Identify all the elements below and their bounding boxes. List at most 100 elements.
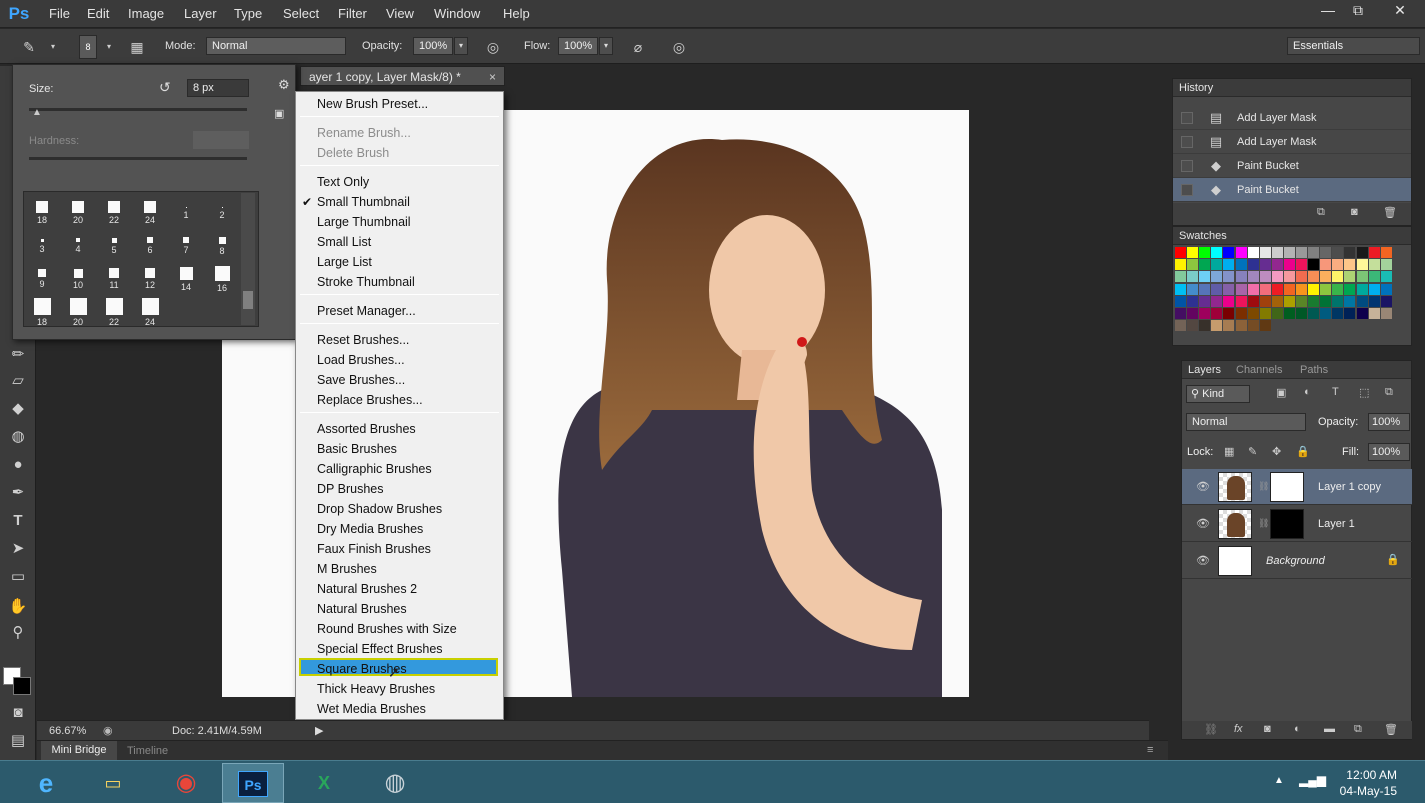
color-swatch[interactable]	[1368, 283, 1380, 295]
history-snapshot-checkbox[interactable]	[1181, 184, 1193, 196]
brush-preset[interactable]: 22	[96, 194, 132, 228]
hand-tool-icon[interactable]: ✋	[6, 596, 30, 618]
menu-layer[interactable]: Layer	[184, 6, 217, 21]
menu-item[interactable]: DP Brushes	[317, 482, 383, 496]
menu-window[interactable]: Window	[434, 6, 480, 21]
color-swatch[interactable]	[1296, 283, 1307, 295]
color-swatch[interactable]	[1211, 295, 1223, 307]
filter-pixel-icon[interactable]: ▣	[1276, 386, 1286, 399]
hardness-slider[interactable]	[29, 157, 247, 160]
type-tool-icon[interactable]: T	[6, 510, 30, 532]
color-swatch[interactable]	[1332, 283, 1344, 295]
zoom-level[interactable]: 66.67%	[49, 725, 86, 737]
filter-type-icon[interactable]: T	[1332, 386, 1339, 398]
color-swatch[interactable]	[1187, 308, 1199, 319]
color-swatch[interactable]	[1344, 283, 1356, 295]
brush-preset[interactable]: 10	[60, 260, 96, 294]
screen-mode-icon[interactable]: ▤	[6, 730, 30, 752]
size-slider-thumb[interactable]: ▲	[32, 107, 42, 118]
brush-tool-icon[interactable]: ✎	[20, 38, 38, 56]
menu-item[interactable]: Round Brushes with Size	[317, 622, 457, 636]
brush-preset[interactable]: 4	[60, 227, 96, 261]
color-swatch[interactable]	[1235, 295, 1247, 307]
color-swatch[interactable]	[1247, 295, 1259, 307]
color-swatch[interactable]	[1187, 247, 1199, 258]
eraser-tool-icon[interactable]: ▱	[6, 370, 30, 392]
lock-position-icon[interactable]: ✥	[1272, 445, 1281, 458]
color-swatch[interactable]	[1175, 320, 1186, 332]
blend-mode-select[interactable]: Normal	[1186, 413, 1306, 431]
tab-paths[interactable]: Paths	[1300, 364, 1328, 376]
color-swatch[interactable]	[1283, 308, 1295, 319]
menu-item[interactable]: Preset Manager...	[317, 304, 416, 318]
new-group-icon[interactable]: ▬	[1324, 723, 1335, 735]
menu-item[interactable]: Small List	[317, 235, 371, 249]
filter-shape-icon[interactable]: ⬚	[1359, 386, 1369, 399]
visibility-eye-icon[interactable]: 👁	[1196, 516, 1212, 532]
swatches-title[interactable]: Swatches	[1179, 230, 1227, 242]
fill-field[interactable]: 100%	[1368, 443, 1410, 461]
layer-opacity-field[interactable]: 100%	[1368, 413, 1410, 431]
menu-filter[interactable]: Filter	[338, 6, 367, 21]
color-swatch[interactable]	[1187, 283, 1199, 295]
gear-icon[interactable]: ⚙	[278, 77, 290, 93]
reset-size-icon[interactable]: ↺	[159, 79, 171, 96]
color-swatch[interactable]	[1235, 271, 1247, 283]
color-swatch[interactable]	[1296, 271, 1307, 283]
color-swatch[interactable]	[1356, 308, 1368, 319]
color-swatch[interactable]	[1247, 308, 1259, 319]
menu-item[interactable]: Basic Brushes	[317, 442, 397, 456]
color-swatch[interactable]	[1187, 271, 1199, 283]
brush-preset[interactable]: 7	[168, 227, 204, 261]
color-swatch[interactable]	[1175, 247, 1186, 258]
color-swatch[interactable]	[1308, 247, 1320, 258]
filter-smart-object-icon[interactable]: ⧉	[1385, 386, 1393, 399]
pressure-size-icon[interactable]: ◎	[670, 38, 688, 56]
color-swatch[interactable]	[1271, 283, 1283, 295]
brush-preset[interactable]: 22	[96, 293, 132, 327]
color-swatch[interactable]	[1259, 320, 1271, 332]
color-swatch[interactable]	[1308, 295, 1320, 307]
history-state[interactable]: ▤ Add Layer Mask	[1173, 106, 1411, 130]
path-selection-tool-icon[interactable]: ➤	[6, 538, 30, 560]
workspace-select[interactable]: Essentials	[1287, 37, 1420, 55]
brush-preset[interactable]: 12	[132, 260, 168, 294]
color-swatch[interactable]	[1283, 283, 1295, 295]
color-swatch[interactable]	[1356, 247, 1368, 258]
menu-item[interactable]: Text Only	[317, 175, 369, 189]
new-layer-icon[interactable]: ⧉	[1354, 723, 1362, 736]
color-swatch[interactable]	[1211, 271, 1223, 283]
tab-layers[interactable]: Layers	[1188, 364, 1221, 376]
menu-item[interactable]: Calligraphic Brushes	[317, 462, 432, 476]
color-swatch[interactable]	[1199, 295, 1211, 307]
color-swatch[interactable]	[1223, 283, 1235, 295]
tab-timeline[interactable]: Timeline	[127, 745, 168, 757]
color-swatch[interactable]	[1259, 247, 1271, 258]
color-swatch[interactable]	[1320, 295, 1332, 307]
tab-mini-bridge[interactable]: Mini Bridge	[41, 741, 117, 760]
color-swatch[interactable]	[1271, 308, 1283, 319]
color-swatch[interactable]	[1320, 308, 1332, 319]
menu-item[interactable]: Natural Brushes 2	[317, 582, 417, 596]
color-swatch[interactable]	[1344, 259, 1356, 271]
layer-row[interactable]: 👁 ⛓ Layer 1 copy	[1182, 469, 1412, 505]
menu-item[interactable]: M Brushes	[317, 562, 377, 576]
layer-row[interactable]: 👁 Background 🔒	[1182, 543, 1412, 579]
size-field[interactable]: 8 px	[187, 79, 249, 97]
color-swatch[interactable]	[1223, 247, 1235, 258]
brush-preset[interactable]: 16	[204, 260, 240, 294]
brush-preset[interactable]: 20	[60, 293, 96, 327]
history-state[interactable]: ▤ Add Layer Mask	[1173, 130, 1411, 154]
add-mask-icon[interactable]: ◙	[1264, 723, 1271, 735]
color-swatch[interactable]	[1368, 308, 1380, 319]
color-swatch[interactable]	[1356, 295, 1368, 307]
color-swatch[interactable]	[1175, 259, 1186, 271]
color-swatch[interactable]	[1320, 247, 1332, 258]
color-swatch[interactable]	[1296, 308, 1307, 319]
color-swatch[interactable]	[1332, 308, 1344, 319]
color-swatch[interactable]	[1211, 283, 1223, 295]
color-swatch[interactable]	[1187, 295, 1199, 307]
color-swatch[interactable]	[1235, 283, 1247, 295]
new-document-from-state-icon[interactable]: ⧉	[1317, 206, 1325, 219]
menu-help[interactable]: Help	[503, 6, 530, 21]
